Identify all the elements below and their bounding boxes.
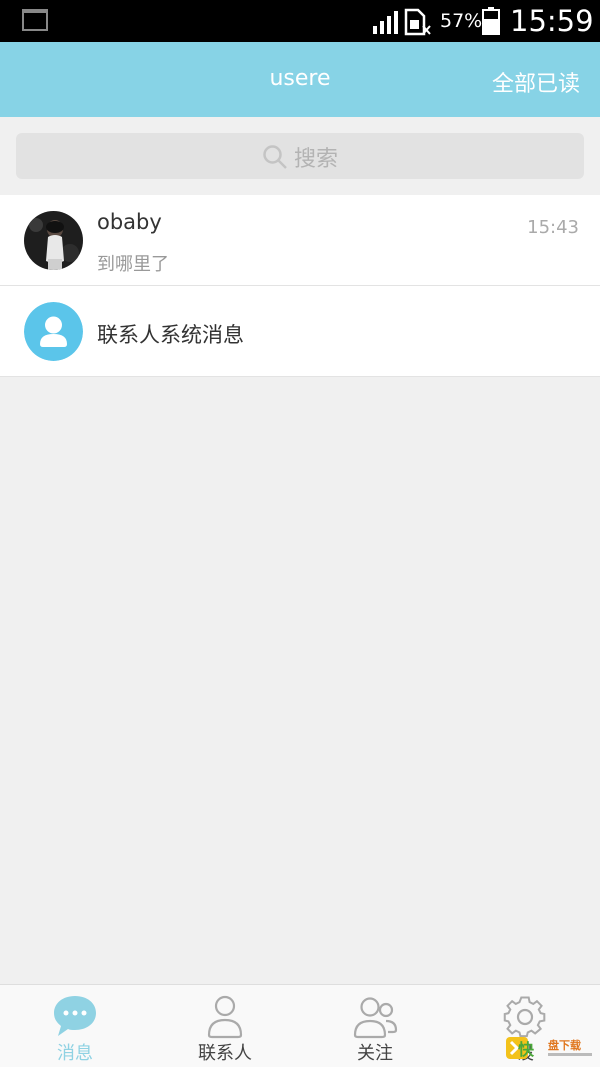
app-header: usere 全部已读 [0, 42, 600, 117]
tab-follow[interactable]: 关注 [300, 985, 450, 1067]
people-icon [353, 997, 398, 1039]
tab-messages-label: 消息 [57, 1043, 93, 1064]
search-input[interactable]: 搜索 [16, 133, 584, 179]
tab-messages[interactable]: 消息 [0, 985, 150, 1067]
clock: 15:59 [510, 4, 594, 38]
battery-percent: 57% [440, 10, 483, 32]
mark-all-read-button[interactable]: 全部已读 [492, 66, 580, 98]
tab-follow-label: 关注 [357, 1043, 393, 1064]
tab-contacts[interactable]: 联系人 [150, 985, 300, 1067]
avatar [24, 211, 83, 270]
svg-text:盘下载: 盘下载 [548, 1038, 581, 1052]
conversation-name: obaby [97, 210, 162, 234]
gear-icon [503, 996, 546, 1038]
notification-icon [22, 9, 48, 31]
screen: 57% 15:59 usere 全部已读 搜索 obaby 到哪里了 15:43… [0, 0, 600, 1067]
conversation-item[interactable]: obaby 到哪里了 15:43 [0, 195, 600, 286]
search-placeholder: 搜索 [293, 147, 338, 172]
person-icon [24, 302, 83, 361]
svg-text:快: 快 [518, 1040, 535, 1059]
chat-bubble-icon [54, 996, 96, 1036]
signal-icon [373, 11, 398, 34]
conversation-item[interactable]: 联系人系统消息 [0, 286, 600, 377]
conversation-last-message: 到哪里了 [97, 254, 169, 275]
person-icon [207, 995, 243, 1039]
battery-icon [482, 7, 500, 35]
watermark-logo: 快 盘下载 [504, 1034, 596, 1062]
search-icon [263, 145, 287, 169]
system-contact-avatar [24, 302, 83, 361]
conversation-list: obaby 到哪里了 15:43 联系人系统消息 [0, 195, 600, 377]
tab-contacts-label: 联系人 [198, 1043, 252, 1064]
status-bar: 57% 15:59 [0, 0, 600, 42]
conversation-time: 15:43 [527, 217, 579, 238]
conversation-name: 联系人系统消息 [97, 323, 244, 347]
search-area: 搜索 [0, 117, 600, 195]
sim-card-icon [404, 8, 431, 36]
